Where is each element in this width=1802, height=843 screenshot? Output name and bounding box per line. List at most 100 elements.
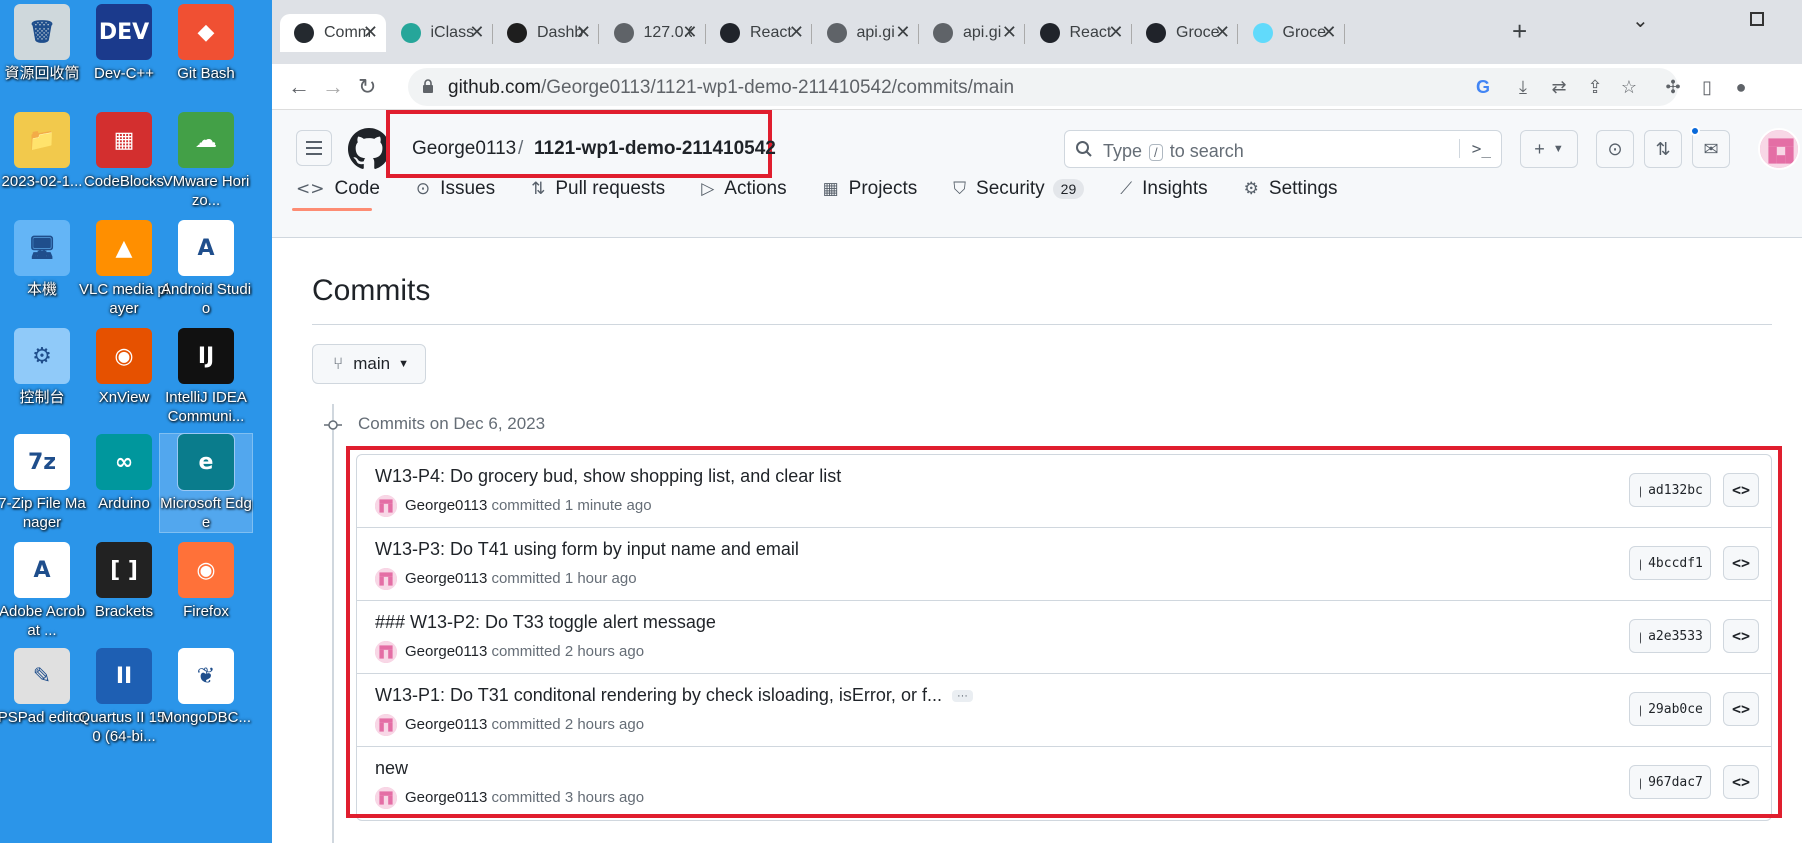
issues-icon[interactable]: ⊙ bbox=[1596, 130, 1634, 168]
browser-tab[interactable]: Groce ✕ bbox=[1239, 14, 1345, 52]
google-icon[interactable]: G bbox=[1472, 76, 1494, 98]
repo-nav: <> Code ⊙ Issues ⇅ Pull requests ▷ Actions ▦ Proj… bbox=[296, 170, 1374, 208]
profile-icon[interactable]: ● bbox=[1730, 76, 1752, 98]
tab-code[interactable]: <> Code bbox=[296, 170, 380, 208]
github-logo-icon[interactable] bbox=[348, 128, 390, 170]
desktop-icon[interactable]: ◉ XnView bbox=[78, 328, 170, 407]
desktop-icon[interactable]: II Quartus II 15.0 (64-bi... bbox=[78, 648, 170, 746]
branch-selector-button[interactable]: ⑂ main ▼ bbox=[312, 344, 426, 384]
browser-tab[interactable]: React ✕ bbox=[706, 14, 812, 52]
url-text[interactable]: github.com/George0113/1121-wp1-demo-2114… bbox=[448, 77, 1014, 99]
desktop-icon-image: ❦ bbox=[178, 648, 234, 704]
desktop-icon-image: 7z bbox=[14, 434, 70, 490]
desktop-icon-image: II bbox=[96, 648, 152, 704]
tab-insights[interactable]: ⟋ Insights bbox=[1120, 170, 1207, 208]
browser-tab[interactable]: React ✕ bbox=[1026, 14, 1132, 52]
close-icon[interactable]: ✕ bbox=[1108, 22, 1123, 43]
desktop-icon[interactable]: e Microsoft Edge bbox=[159, 433, 253, 533]
desktop-icon-image: [ ] bbox=[96, 542, 152, 598]
search-shortcut-key: / bbox=[1149, 144, 1163, 161]
translate-icon[interactable]: ⇄ bbox=[1548, 76, 1570, 98]
search-input[interactable]: Type / to search >_ bbox=[1064, 130, 1502, 168]
new-tab-button[interactable]: + bbox=[1512, 16, 1527, 47]
create-new-button[interactable]: + ▼ bbox=[1520, 130, 1578, 168]
chevron-down-icon[interactable]: ⌄ bbox=[1632, 8, 1649, 33]
tab-favicon-icon bbox=[294, 23, 314, 43]
close-icon[interactable]: ✕ bbox=[576, 22, 591, 43]
tab-pull-requests[interactable]: ⇅ Pull requests bbox=[531, 170, 665, 208]
desktop-icon-image: ◉ bbox=[178, 542, 234, 598]
browser-tab[interactable]: 127.0.0✕ bbox=[600, 14, 706, 52]
desktop-icon[interactable]: ✎ PSPad editor bbox=[0, 648, 88, 727]
windows-desktop: 🗑 資源回收筒 DEV Dev-C++ ◆ Git Bash 📁 2023-02-1... ▦ C… bbox=[0, 0, 272, 843]
tab-favicon-icon bbox=[826, 23, 847, 43]
tab-projects[interactable]: ▦ Projects bbox=[823, 170, 918, 208]
desktop-icon[interactable]: DEV Dev-C++ bbox=[78, 4, 170, 83]
repo-separator: / bbox=[518, 138, 524, 159]
desktop-icon[interactable]: ☁ VMware Horizo... bbox=[160, 112, 252, 210]
desktop-icon[interactable]: ◉ Firefox bbox=[160, 542, 252, 621]
desktop-icon[interactable]: A Adobe Acrobat ... bbox=[0, 542, 88, 640]
desktop-icon[interactable]: ∞ Arduino bbox=[78, 434, 170, 513]
close-icon[interactable]: ✕ bbox=[1321, 22, 1336, 43]
extensions-icon[interactable]: ✣ bbox=[1662, 76, 1684, 98]
desktop-icon[interactable]: IJ IntelliJ IDEA Communi... bbox=[160, 328, 252, 426]
url-host: github.com bbox=[448, 77, 541, 98]
close-icon[interactable]: ✕ bbox=[789, 22, 804, 43]
command-palette-icon[interactable]: >_ bbox=[1458, 139, 1491, 158]
forward-icon[interactable]: → bbox=[322, 74, 344, 100]
branch-name: main bbox=[353, 354, 391, 373]
desktop-icon[interactable]: 🗑 資源回收筒 bbox=[0, 4, 88, 83]
close-icon[interactable]: ✕ bbox=[363, 22, 378, 43]
desktop-icon[interactable]: 🖥 本機 bbox=[0, 220, 88, 299]
git-commit-icon bbox=[324, 420, 342, 430]
browser-tab[interactable]: api.gi ✕ bbox=[919, 14, 1025, 52]
desktop-icon[interactable]: 7z 7-Zip File Manager bbox=[0, 434, 88, 532]
page-title: Commits bbox=[312, 274, 431, 307]
browser-tab[interactable]: Groce ✕ bbox=[1132, 14, 1238, 52]
tab-settings[interactable]: ⚙ Settings bbox=[1244, 170, 1338, 208]
inbox-icon[interactable]: ✉ bbox=[1692, 130, 1730, 168]
desktop-icon[interactable]: ◆ Git Bash bbox=[160, 4, 252, 83]
back-icon[interactable]: ← bbox=[288, 74, 310, 100]
maximize-icon[interactable] bbox=[1750, 12, 1764, 26]
close-icon[interactable]: ✕ bbox=[469, 22, 484, 43]
browser-tab[interactable]: Comm ✕ bbox=[280, 14, 386, 52]
desktop-icon[interactable]: ▲ VLC media player bbox=[78, 220, 170, 318]
bookmark-star-icon[interactable]: ☆ bbox=[1618, 76, 1640, 98]
browser-tab[interactable]: iClass ✕ bbox=[387, 14, 493, 52]
browser-tab[interactable]: api.gi ✕ bbox=[813, 14, 919, 52]
repo-owner-link[interactable]: George0113 bbox=[412, 138, 516, 160]
install-icon[interactable]: ⤓ bbox=[1512, 76, 1534, 98]
tab-actions[interactable]: ▷ Actions bbox=[701, 170, 786, 208]
side-panel-icon[interactable]: ▯ bbox=[1696, 76, 1718, 98]
timeline-line bbox=[332, 404, 334, 843]
chevron-down-icon: ▼ bbox=[398, 358, 409, 370]
tab-security[interactable]: ⛉ Security 29 bbox=[953, 170, 1085, 208]
repo-name-link[interactable]: 1121-wp1-demo-211410542 bbox=[534, 138, 776, 160]
notification-dot bbox=[1690, 126, 1700, 136]
desktop-icon[interactable]: A Android Studio bbox=[160, 220, 252, 318]
desktop-icon-image: ◉ bbox=[96, 328, 152, 384]
desktop-icon[interactable]: [ ] Brackets bbox=[78, 542, 170, 621]
settings-icon: ⚙ bbox=[1243, 179, 1259, 199]
share-icon[interactable]: ⇪ bbox=[1584, 76, 1606, 98]
browser-tab[interactable]: Dashb ✕ bbox=[493, 14, 599, 52]
desktop-icon[interactable]: ⚙ 控制台 bbox=[0, 328, 88, 407]
desktop-icon[interactable]: ❦ MongoDBC... bbox=[160, 648, 252, 727]
tab-issues[interactable]: ⊙ Issues bbox=[416, 170, 495, 208]
pull-requests-icon[interactable]: ⇅ bbox=[1644, 130, 1682, 168]
close-icon[interactable]: ✕ bbox=[682, 22, 697, 43]
tab-label: Code bbox=[334, 178, 380, 199]
reload-icon[interactable]: ↻ bbox=[358, 74, 376, 100]
desktop-icon-image: ▲ bbox=[96, 220, 152, 276]
menu-icon[interactable] bbox=[296, 130, 332, 166]
avatar[interactable] bbox=[1758, 128, 1800, 170]
tab-label: Insights bbox=[1142, 178, 1208, 199]
desktop-icon[interactable]: ▦ CodeBlocks bbox=[78, 112, 170, 191]
close-icon[interactable]: ✕ bbox=[1002, 22, 1017, 43]
close-icon[interactable]: ✕ bbox=[895, 22, 910, 43]
desktop-icon[interactable]: 📁 2023-02-1... bbox=[0, 112, 88, 191]
close-icon[interactable]: ✕ bbox=[1215, 22, 1230, 43]
desktop-icon-label: Microsoft Edge bbox=[160, 495, 252, 531]
